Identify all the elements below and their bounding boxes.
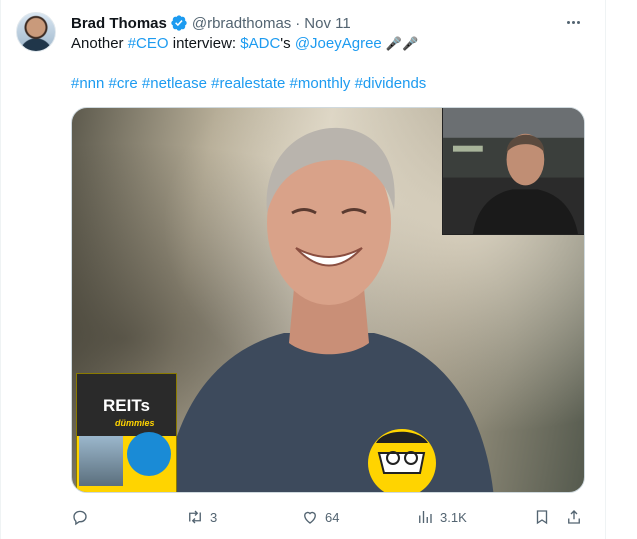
retweet-count: 3	[210, 509, 218, 525]
share-icon	[568, 510, 580, 524]
tweet-video[interactable]: REITs dümmies	[71, 107, 585, 493]
views-count: 3.1K	[440, 509, 467, 525]
separator-dot: ·	[295, 14, 301, 32]
tweet-actions: 3 64 3.1K	[71, 507, 585, 527]
hashtag-ceo[interactable]: #CEO	[128, 35, 169, 52]
bookmark-button[interactable]	[533, 507, 551, 527]
like-icon	[304, 511, 316, 524]
hashtag-netlease[interactable]: #netlease	[142, 75, 207, 92]
tweet-date[interactable]: Nov 11	[304, 15, 350, 32]
book-badge	[127, 432, 171, 476]
cashtag-adc[interactable]: $ADC	[240, 35, 280, 52]
text-possessive: 's	[280, 35, 295, 52]
tweet-header: Brad Thomas @rbradthomas · Nov 11	[71, 13, 351, 33]
views-button[interactable]: 3.1K	[416, 507, 467, 527]
tweet-page: Brad Thomas @rbradthomas · Nov 11 Anothe…	[0, 0, 637, 539]
avatar[interactable]	[16, 12, 56, 52]
right-border	[605, 0, 606, 539]
book-brand: dümmies	[115, 418, 155, 428]
more-dot	[566, 20, 570, 24]
like-button[interactable]: 64	[301, 507, 339, 527]
reply-icon	[73, 510, 87, 526]
hashtag-dividends[interactable]: #dividends	[355, 75, 427, 92]
host-video-inset	[442, 108, 584, 235]
retweet-button[interactable]: 3	[186, 507, 217, 527]
book-city-image	[79, 436, 123, 486]
text-prefix: Another	[71, 35, 128, 52]
reply-button[interactable]	[71, 507, 95, 527]
text-middle: interview:	[168, 35, 241, 52]
tweet-text-line1: Another #CEO interview: $ADC's @JoeyAgre…	[71, 34, 418, 55]
microphone-emoji: 🎤🎤	[381, 37, 419, 52]
bookmark-icon	[536, 510, 548, 525]
author-name[interactable]: Brad Thomas	[71, 15, 167, 32]
views-icon	[419, 511, 432, 523]
hashtag-realestate[interactable]: #realestate	[211, 75, 285, 92]
share-button[interactable]	[565, 507, 583, 527]
verified-badge-icon	[171, 15, 187, 31]
hashtag-cre[interactable]: #cre	[109, 75, 138, 92]
reits-for-dummies-book: REITs dümmies	[76, 373, 177, 492]
author-handle[interactable]: @rbradthomas	[192, 15, 291, 32]
more-icon[interactable]	[560, 12, 586, 32]
left-border	[0, 0, 1, 539]
like-count: 64	[325, 509, 340, 525]
book-title: REITs	[103, 396, 150, 415]
tweet-hashtags: #nnn #cre #netlease #realestate #monthly…	[71, 74, 426, 94]
mention-joeyagree[interactable]: @JoeyAgree	[295, 35, 382, 52]
more-dot	[571, 20, 575, 24]
hashtag-monthly[interactable]: #monthly	[290, 75, 351, 92]
hashtag-nnn[interactable]: #nnn	[71, 75, 104, 92]
more-dot	[576, 20, 580, 24]
retweet-icon	[189, 510, 201, 524]
